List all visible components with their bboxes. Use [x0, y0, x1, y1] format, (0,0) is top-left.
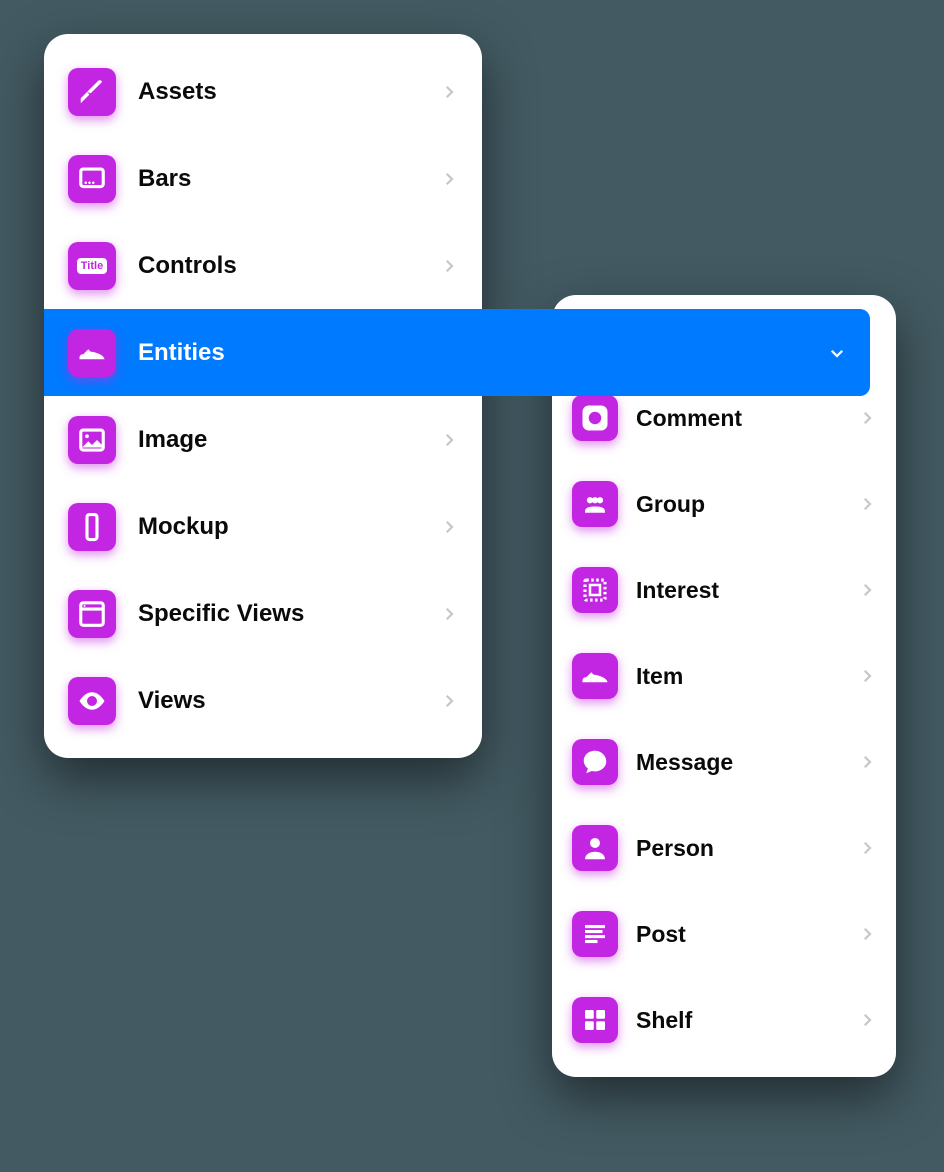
row-label: Comment: [636, 405, 858, 432]
chevron-right-icon: [440, 170, 458, 188]
shelf-icon: [572, 997, 618, 1043]
row-group[interactable]: Group: [552, 461, 896, 547]
row-post[interactable]: Post: [552, 891, 896, 977]
monitor-icon: [68, 155, 116, 203]
category-panel: Assets Bars Title Controls Image Mockup …: [44, 34, 482, 758]
row-entities[interactable]: Entities: [44, 309, 870, 396]
chevron-right-icon: [858, 495, 876, 513]
chevron-right-icon: [440, 518, 458, 536]
chevron-right-icon: [440, 605, 458, 623]
row-label: Message: [636, 749, 858, 776]
chevron-right-icon: [858, 839, 876, 857]
image-icon: [68, 416, 116, 464]
row-views[interactable]: Views: [44, 657, 482, 744]
chevron-right-icon: [440, 692, 458, 710]
chevron-right-icon: [858, 667, 876, 685]
row-label: Bars: [138, 165, 440, 193]
row-label: Image: [138, 426, 440, 454]
chevron-right-icon: [858, 1011, 876, 1029]
row-label: Post: [636, 921, 858, 948]
shoe-icon: [572, 653, 618, 699]
row-label: Interest: [636, 577, 858, 604]
row-label: Item: [636, 663, 858, 690]
row-image[interactable]: Image: [44, 396, 482, 483]
row-label: Mockup: [138, 513, 440, 541]
row-bars[interactable]: Bars: [44, 135, 482, 222]
row-label: Assets: [138, 78, 440, 106]
row-specific-views[interactable]: Specific Views: [44, 570, 482, 657]
comment-icon: [572, 395, 618, 441]
row-assets[interactable]: Assets: [44, 48, 482, 135]
chevron-right-icon: [440, 83, 458, 101]
row-label: Views: [138, 687, 440, 715]
title-icon: Title: [68, 242, 116, 290]
row-label: Person: [636, 835, 858, 862]
row-mockup[interactable]: Mockup: [44, 483, 482, 570]
person-icon: [572, 825, 618, 871]
row-message[interactable]: Message: [552, 719, 896, 805]
phone-icon: [68, 503, 116, 551]
knife-icon: [68, 68, 116, 116]
entities-submenu: Comment Group Interest Item Message Pers…: [552, 295, 896, 1077]
chevron-right-icon: [440, 431, 458, 449]
chevron-right-icon: [858, 753, 876, 771]
row-interest[interactable]: Interest: [552, 547, 896, 633]
post-icon: [572, 911, 618, 957]
chevron-right-icon: [858, 925, 876, 943]
shoe-icon: [68, 329, 116, 377]
window-icon: [68, 590, 116, 638]
row-label: Specific Views: [138, 600, 440, 628]
row-label: Entities: [138, 339, 828, 367]
row-item[interactable]: Item: [552, 633, 896, 719]
row-person[interactable]: Person: [552, 805, 896, 891]
row-label: Shelf: [636, 1007, 858, 1034]
row-shelf[interactable]: Shelf: [552, 977, 896, 1063]
chevron-down-icon: [828, 344, 846, 362]
chevron-right-icon: [440, 257, 458, 275]
row-label: Group: [636, 491, 858, 518]
message-icon: [572, 739, 618, 785]
group-icon: [572, 481, 618, 527]
row-label: Controls: [138, 252, 440, 280]
eye-icon: [68, 677, 116, 725]
chevron-right-icon: [858, 581, 876, 599]
chevron-right-icon: [858, 409, 876, 427]
stamp-icon: [572, 567, 618, 613]
row-controls[interactable]: Title Controls: [44, 222, 482, 309]
